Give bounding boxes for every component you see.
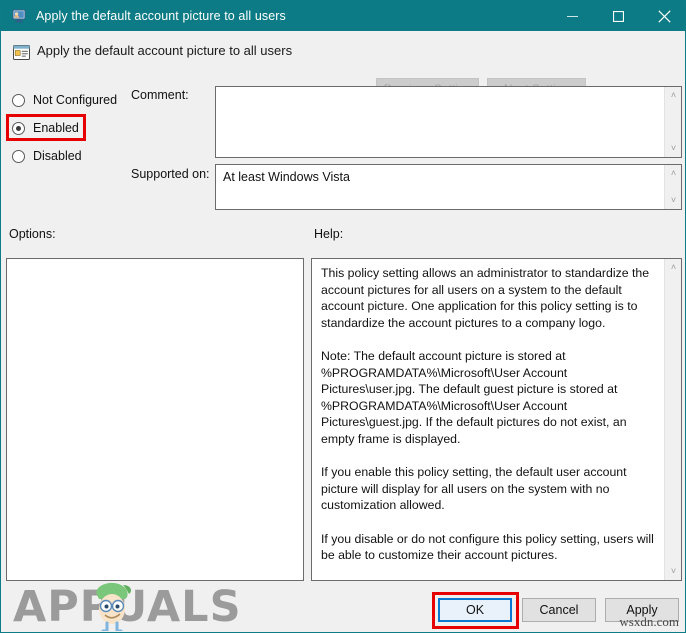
help-text: This policy setting allows an administra… [321, 266, 654, 563]
supported-on-label: Supported on: [131, 167, 210, 181]
group-policy-setting-dialog: Apply the default account picture to all… [0, 0, 686, 633]
radio-enabled-label: Enabled [33, 121, 79, 135]
close-icon [657, 9, 671, 23]
scroll-down-icon[interactable]: ˅ [665, 140, 682, 157]
radio-disabled[interactable]: Disabled [12, 146, 82, 166]
minimize-icon [566, 15, 578, 17]
maximize-icon [612, 10, 624, 22]
radio-not-configured-mark[interactable] [12, 93, 25, 107]
help-label: Help: [314, 227, 344, 241]
setting-title: Apply the default account picture to all… [37, 43, 293, 58]
options-label: Options: [9, 227, 56, 241]
scroll-up-icon[interactable]: ˄ [665, 165, 682, 182]
supported-on-scrollbar[interactable]: ˄ ˅ [664, 165, 681, 209]
comment-input[interactable]: ˄ ˅ [215, 86, 682, 158]
title-bar: Apply the default account picture to all… [1, 1, 685, 31]
monitor-user-icon [11, 8, 27, 24]
comment-label: Comment: [131, 88, 189, 102]
options-panel[interactable] [6, 258, 304, 581]
radio-not-configured[interactable]: Not Configured [12, 90, 117, 110]
help-panel[interactable]: This policy setting allows an administra… [311, 258, 682, 581]
help-scrollbar[interactable]: ˄ ˅ [664, 259, 681, 580]
maximize-button[interactable] [595, 1, 641, 31]
supported-on-value: At least Windows Vista [223, 170, 350, 184]
cancel-button[interactable]: Cancel [522, 598, 596, 622]
close-button[interactable] [641, 1, 685, 31]
setting-header: Apply the default account picture to all… [1, 31, 685, 100]
radio-not-configured-label: Not Configured [33, 93, 118, 107]
supported-on-input[interactable]: At least Windows Vista ˄ ˅ [215, 164, 682, 210]
scroll-down-icon[interactable]: ˅ [665, 563, 681, 580]
appuals-watermark-text: APPUALS [13, 582, 242, 632]
appuals-mascot-icon [9, 579, 239, 632]
radio-disabled-mark[interactable] [12, 149, 25, 163]
scroll-down-icon[interactable]: ˅ [665, 192, 682, 209]
scroll-up-icon[interactable]: ˄ [665, 259, 681, 276]
radio-enabled-mark[interactable] [12, 121, 25, 135]
ok-button[interactable]: OK [438, 598, 512, 622]
minimize-button[interactable] [549, 1, 595, 31]
apply-button[interactable]: Apply [605, 598, 679, 622]
radio-enabled[interactable]: Enabled [12, 118, 79, 138]
window-title: Apply the default account picture to all… [36, 9, 286, 23]
radio-disabled-label: Disabled [33, 149, 82, 163]
scroll-up-icon[interactable]: ˄ [665, 87, 682, 104]
comment-scrollbar[interactable]: ˄ ˅ [664, 87, 681, 157]
window-controls [549, 1, 685, 31]
policy-setting-icon [12, 43, 31, 62]
